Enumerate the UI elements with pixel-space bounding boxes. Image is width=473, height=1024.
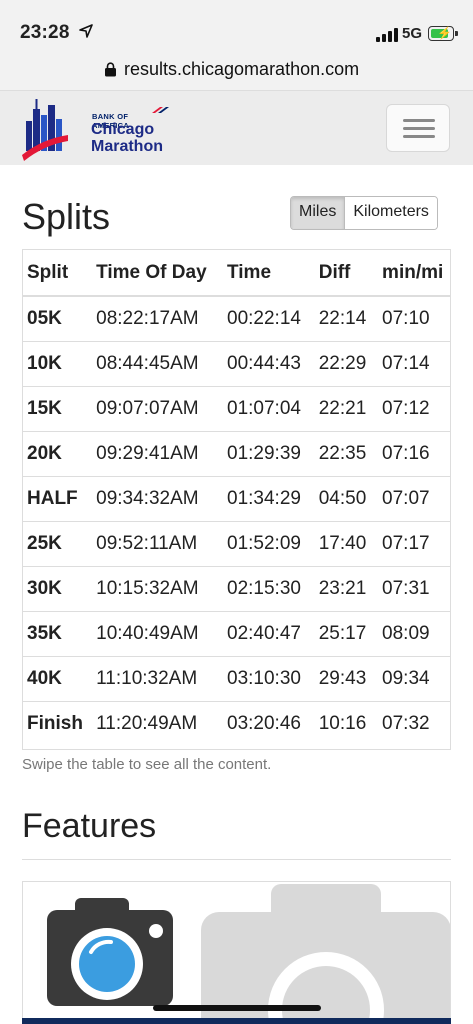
split-time: 01:07:04 <box>223 386 315 432</box>
split-name: HALF <box>23 476 93 522</box>
signal-icon <box>376 28 398 42</box>
split-name: 05K <box>23 295 93 342</box>
split-time: 02:15:30 <box>223 566 315 612</box>
split-time: 00:44:43 <box>223 341 315 387</box>
split-diff: 23:21 <box>314 566 379 612</box>
url-bar[interactable]: results.chicagomarathon.com <box>0 50 473 91</box>
table-row: 30K 10:15:32AM 02:15:30 23:21 07:31 <box>23 566 450 612</box>
col-time-of-day: Time Of Day <box>92 250 224 297</box>
split-name: 15K <box>23 386 93 432</box>
time-of-day: 10:15:32AM <box>92 566 224 612</box>
splits-table-scroll[interactable]: Split Time Of Day Time Diff min/mi 05K 0… <box>22 249 451 750</box>
split-diff: 04:50 <box>314 476 379 522</box>
split-diff: 22:29 <box>314 341 379 387</box>
splits-heading: Splits <box>22 196 111 237</box>
split-pace: 08:09 <box>378 611 450 657</box>
split-pace: 07:17 <box>378 521 450 567</box>
time-of-day: 11:10:32AM <box>92 656 224 702</box>
bottom-banner <box>22 1018 451 1024</box>
status-bar: 23:28 5G ⚡ <box>0 0 473 50</box>
swipe-hint: Swipe the table to see all the content. <box>22 756 272 773</box>
bank-of-america-flag-icon <box>152 107 169 113</box>
table-row: 20K 09:29:41AM 01:29:39 22:35 07:16 <box>23 431 450 477</box>
split-name: 20K <box>23 431 93 477</box>
split-time: 01:52:09 <box>223 521 315 567</box>
split-time: 01:34:29 <box>223 476 315 522</box>
unit-toggle: Miles Kilometers <box>290 196 438 230</box>
split-diff: 22:14 <box>314 295 379 342</box>
split-time: 02:40:47 <box>223 611 315 657</box>
location-arrow-icon <box>79 24 93 38</box>
split-diff: 10:16 <box>314 701 379 746</box>
split-time: 00:22:14 <box>223 295 315 342</box>
split-pace: 09:34 <box>378 656 450 702</box>
splits-table: Split Time Of Day Time Diff min/mi 05K 0… <box>23 250 450 746</box>
table-row: 40K 11:10:32AM 03:10:30 29:43 09:34 <box>23 656 450 702</box>
table-row: 05K 08:22:17AM 00:22:14 22:14 07:10 <box>23 295 450 342</box>
split-time: 03:10:30 <box>223 656 315 702</box>
network-type: 5G <box>402 25 423 42</box>
split-pace: 07:31 <box>378 566 450 612</box>
camera-icon <box>47 898 173 1006</box>
status-time: 23:28 <box>20 22 70 43</box>
camera-placeholder-icon <box>201 884 450 1023</box>
kilometers-button[interactable]: Kilometers <box>345 197 437 229</box>
url-text: results.chicagomarathon.com <box>124 59 360 79</box>
table-row: 10K 08:44:45AM 00:44:43 22:29 07:14 <box>23 341 450 387</box>
split-pace: 07:12 <box>378 386 450 432</box>
skyline-logo-icon <box>22 99 68 161</box>
table-header-row: Split Time Of Day Time Diff min/mi <box>23 250 450 297</box>
menu-button[interactable] <box>386 104 450 152</box>
table-row: 15K 09:07:07AM 01:07:04 22:21 07:12 <box>23 386 450 432</box>
split-pace: 07:32 <box>378 701 450 746</box>
split-pace: 07:07 <box>378 476 450 522</box>
features-heading: Features <box>22 807 157 845</box>
time-of-day: 08:44:45AM <box>92 341 224 387</box>
split-diff: 22:35 <box>314 431 379 477</box>
time-of-day: 09:34:32AM <box>92 476 224 522</box>
split-diff: 22:21 <box>314 386 379 432</box>
split-pace: 07:16 <box>378 431 450 477</box>
hamburger-icon <box>403 119 435 122</box>
table-row: Finish 11:20:49AM 03:20:46 10:16 07:32 <box>23 701 450 746</box>
split-name: Finish <box>23 701 93 746</box>
time-of-day: 08:22:17AM <box>92 295 224 342</box>
time-of-day: 09:07:07AM <box>92 386 224 432</box>
logo-line2: Marathon <box>91 138 163 155</box>
time-of-day: 11:20:49AM <box>92 701 224 746</box>
col-time: Time <box>223 250 315 297</box>
col-pace: min/mi <box>378 250 450 297</box>
split-name: 25K <box>23 521 93 567</box>
split-name: 30K <box>23 566 93 612</box>
lock-icon <box>105 62 116 77</box>
battery-icon: ⚡ <box>428 26 458 41</box>
col-diff: Diff <box>314 250 379 297</box>
logo-line1: Chicago <box>91 121 155 138</box>
miles-button[interactable]: Miles <box>291 197 346 229</box>
time-of-day: 10:40:49AM <box>92 611 224 657</box>
split-diff: 25:17 <box>314 611 379 657</box>
split-name: 40K <box>23 656 93 702</box>
col-split: Split <box>23 250 93 297</box>
divider <box>22 859 451 860</box>
table-row: 25K 09:52:11AM 01:52:09 17:40 07:17 <box>23 521 450 567</box>
split-time: 01:29:39 <box>223 431 315 477</box>
split-name: 35K <box>23 611 93 657</box>
split-name: 10K <box>23 341 93 387</box>
table-row: HALF 09:34:32AM 01:34:29 04:50 07:07 <box>23 476 450 522</box>
time-of-day: 09:52:11AM <box>92 521 224 567</box>
split-time: 03:20:46 <box>223 701 315 746</box>
split-diff: 29:43 <box>314 656 379 702</box>
split-diff: 17:40 <box>314 521 379 567</box>
table-row: 35K 10:40:49AM 02:40:47 25:17 08:09 <box>23 611 450 657</box>
split-pace: 07:14 <box>378 341 450 387</box>
home-indicator[interactable] <box>153 1005 321 1011</box>
split-pace: 07:10 <box>378 295 450 342</box>
feature-card[interactable] <box>22 881 451 1024</box>
time-of-day: 09:29:41AM <box>92 431 224 477</box>
